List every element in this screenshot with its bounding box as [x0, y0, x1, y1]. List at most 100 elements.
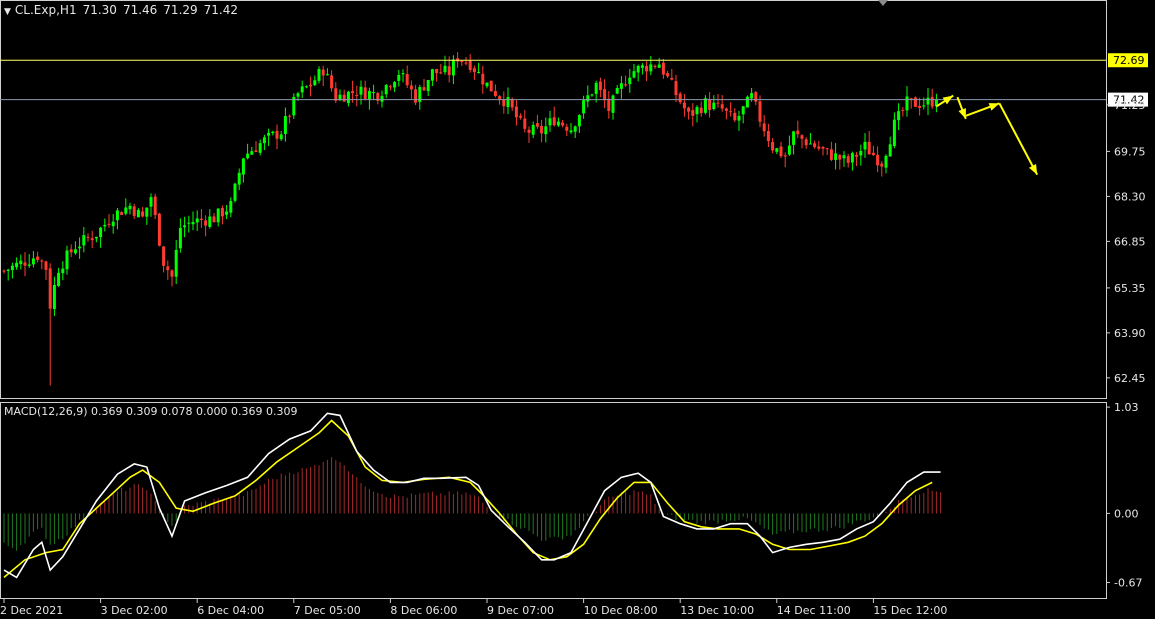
candle-body-bear [674, 81, 678, 96]
candle-body-bull [99, 227, 103, 238]
candle-body-bull [317, 68, 321, 81]
candle-body-bull [115, 210, 119, 221]
candle-body-bull [657, 64, 661, 68]
candle-body-bear [405, 74, 409, 86]
candle-body-bear [720, 104, 724, 109]
candle-body-bear [309, 84, 313, 87]
candle-body-bull [745, 96, 749, 108]
candle-body-bull [842, 155, 846, 159]
candle-body-bull [615, 88, 619, 94]
candle-body-bull [124, 207, 128, 214]
candle-body-bear [800, 135, 804, 139]
macd-name: MACD(12,26,9) [4, 405, 88, 418]
candle-body-bear [409, 85, 413, 90]
candle-body-bull [384, 84, 388, 95]
candle-body-bull [283, 116, 287, 134]
candle-body-bear [141, 211, 145, 217]
candle-body-bull [636, 65, 640, 73]
candle-body-bear [817, 146, 821, 149]
y-tick-label: 71.25 [1114, 99, 1146, 112]
x-tick-label: 2 Dec 2021 [0, 604, 63, 617]
candle-body-bull [103, 224, 107, 227]
candle-body-bull [73, 249, 77, 254]
dropdown-triangle-icon[interactable]: ▼ [4, 7, 11, 17]
candle-body-bear [796, 130, 800, 135]
candle-body-bear [598, 81, 602, 91]
candle-body-bear [414, 89, 418, 103]
candle-body-bear [708, 99, 712, 110]
candle-body-bull [225, 211, 229, 215]
candle-body-bear [724, 108, 728, 111]
candle-body-bull [590, 94, 594, 96]
candle-body-bear [493, 91, 497, 97]
candle-body-bull [808, 143, 812, 145]
candle-body-bull [548, 118, 552, 126]
candle-body-bear [909, 98, 913, 100]
candle-body-bear [23, 262, 27, 266]
candle-body-bear [107, 223, 111, 225]
candle-body-bull [611, 95, 615, 113]
symbol-label: CL.Exp,H1 [14, 3, 77, 17]
candle-body-bull [183, 225, 187, 228]
price-tag-label: 72.69 [1113, 54, 1145, 67]
candle-body-bear [565, 126, 569, 131]
candle-body-bear [653, 65, 657, 67]
candle-body-bull [6, 269, 10, 271]
candle-body-bear [90, 238, 94, 241]
candle-body-bear [388, 86, 392, 88]
candle-body-bear [607, 98, 611, 111]
x-tick-label: 15 Dec 12:00 [873, 604, 947, 617]
candle-body-bull [174, 249, 178, 277]
candle-body-bear [153, 196, 157, 216]
candle-body-bear [204, 220, 208, 226]
candle-body-bear [468, 60, 472, 70]
x-tick-label: 10 Dec 08:00 [584, 604, 658, 617]
candle-body-bull [208, 216, 212, 227]
candle-body-bear [871, 152, 875, 156]
candle-body-bull [544, 126, 548, 135]
macd-y-tick-label: 0.00 [1114, 507, 1139, 520]
candle-body-bear [867, 141, 871, 155]
candle-body-bear [69, 249, 73, 253]
candle-body-bull [573, 126, 577, 132]
candle-body-bear [132, 206, 136, 216]
candle-body-bear [540, 125, 544, 134]
candle-body-bull [922, 105, 926, 107]
candle-body-bull [279, 134, 283, 140]
candle-body-bull [31, 258, 35, 265]
candle-body-bear [212, 216, 216, 223]
candle-body-bull [187, 222, 191, 224]
x-tick-label: 9 Dec 07:00 [487, 604, 554, 617]
macd-y-tick-label: 1.03 [1114, 401, 1139, 414]
candle-body-bear [716, 102, 720, 104]
candle-body-bull [191, 222, 195, 225]
candle-body-bull [52, 284, 56, 309]
candle-body-bear [771, 142, 775, 151]
candle-body-bull [451, 59, 455, 76]
candle-body-bull [619, 83, 623, 89]
candle-body-bear [855, 154, 859, 157]
candle-body-bear [624, 84, 628, 86]
candle-body-bull [577, 115, 581, 127]
candle-body-bear [758, 101, 762, 122]
candle-body-bear [321, 69, 325, 76]
candle-body-bull [19, 260, 23, 265]
high-value: 71.46 [122, 3, 158, 17]
candle-body-bear [733, 112, 737, 121]
candle-body-bear [913, 97, 917, 107]
chart-background [0, 0, 1155, 619]
candle-body-bear [481, 73, 485, 85]
open-value: 71.30 [82, 3, 117, 17]
candle-body-bull [136, 209, 140, 218]
candle-body-bull [241, 158, 245, 175]
candle-body-bull [15, 262, 19, 268]
chart-canvas: 72.69 71.42 71.25 69.75 68.30 66.85 65.35 63.9… [0, 0, 1155, 619]
candle-body-bull [271, 131, 275, 134]
candle-body-bull [443, 65, 447, 73]
candle-body-bull [531, 124, 535, 135]
candle-body-bear [36, 256, 40, 260]
candle-body-bull [426, 79, 430, 92]
candle-body-bear [170, 270, 174, 277]
candle-body-bear [498, 96, 502, 100]
candle-body-bear [813, 143, 817, 148]
